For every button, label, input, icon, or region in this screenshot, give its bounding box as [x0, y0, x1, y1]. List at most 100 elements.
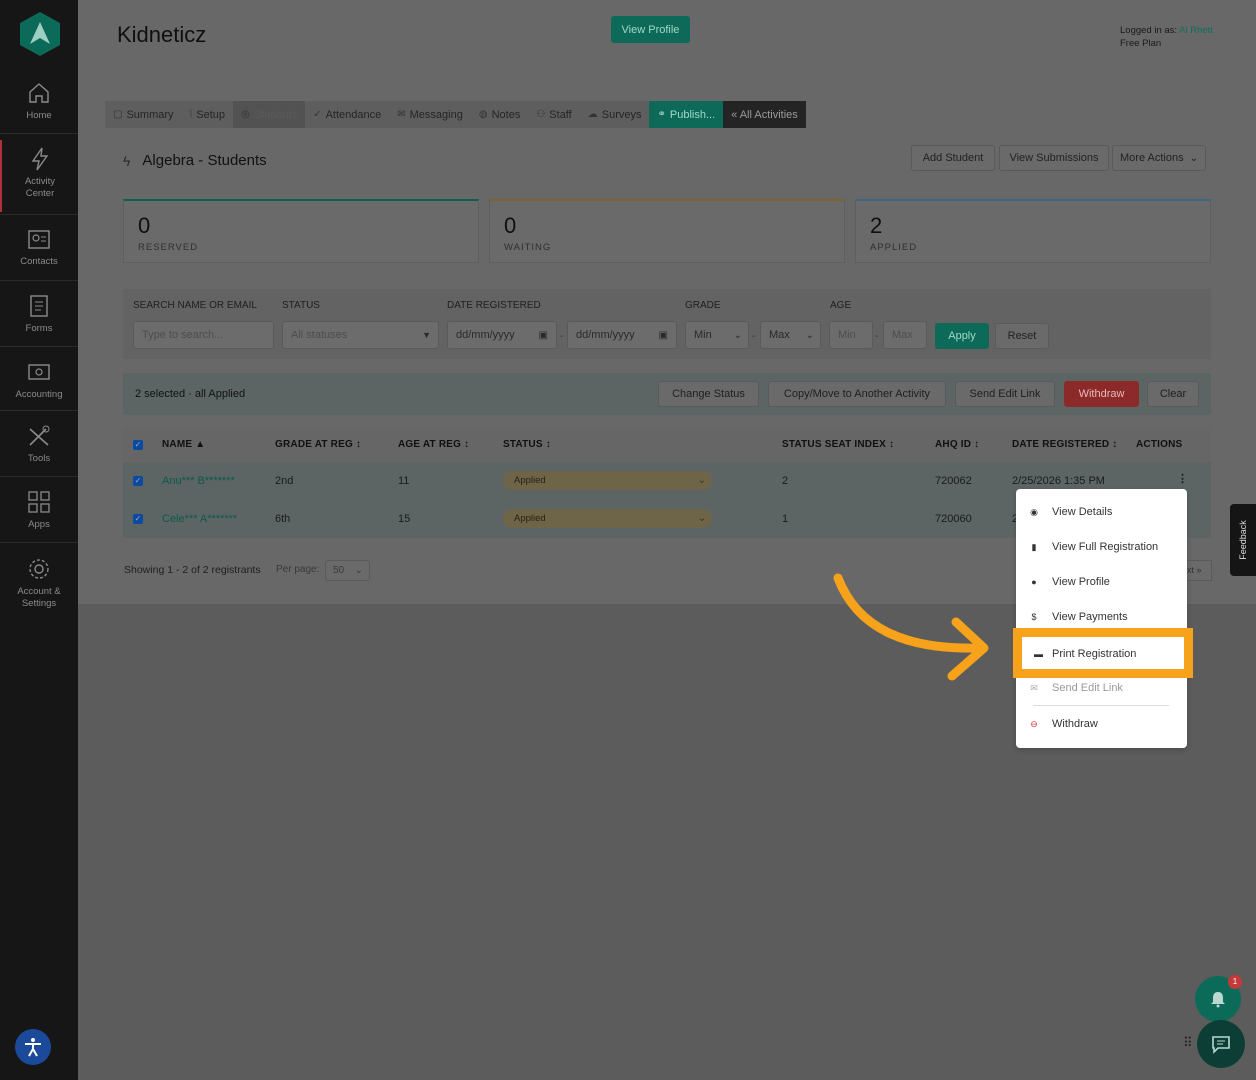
row-checkbox[interactable]: ✓: [133, 476, 143, 486]
date-to-input[interactable]: dd/mm/yyyy ▣: [567, 321, 677, 349]
students-icon: ◎: [241, 109, 250, 120]
date-from-input[interactable]: dd/mm/yyyy ▣: [447, 321, 557, 349]
forms-icon: [30, 295, 48, 317]
sidebar-divider: [0, 542, 78, 543]
select-all-checkbox[interactable]: ✓: [133, 440, 143, 450]
status-select[interactable]: Applied ⌄: [503, 471, 712, 490]
stat-waiting: 0 WAITING: [489, 199, 845, 263]
tab-students[interactable]: ◎ Students: [233, 101, 306, 128]
filters-panel: SEARCH NAME OR EMAIL Type to search... S…: [123, 289, 1211, 359]
sidebar-item-accounting[interactable]: Accounting: [0, 359, 78, 401]
menu-view-full-registration[interactable]: ▮ View Full Registration: [1016, 532, 1187, 562]
staff-icon: ⚇: [536, 109, 546, 120]
chevron-down-icon: ⌄: [697, 475, 706, 486]
tab-messaging[interactable]: ✉ Messaging: [389, 101, 471, 128]
tab-setup[interactable]: ⁞ Setup: [182, 101, 234, 128]
sidebar-item-apps[interactable]: Apps: [0, 489, 78, 531]
sidebar-divider: [0, 346, 78, 347]
age-max-input[interactable]: Max: [883, 321, 927, 349]
col-name[interactable]: NAME ▲: [162, 439, 205, 450]
col-seat-index[interactable]: STATUS SEAT INDEX ↕: [782, 439, 894, 450]
setup-icon: ⁞: [189, 109, 193, 120]
menu-view-profile[interactable]: ● View Profile: [1016, 567, 1187, 597]
chevron-down-icon: ⌄: [805, 329, 814, 341]
grade-min-select[interactable]: Min ⌄: [685, 321, 749, 349]
tab-summary[interactable]: ▢ Summary: [105, 101, 182, 128]
per-page-select[interactable]: 50 ⌄: [325, 560, 370, 581]
col-status[interactable]: STATUS ↕: [503, 439, 551, 450]
apply-filters-button[interactable]: Apply: [935, 323, 989, 349]
apps-icon: [28, 491, 50, 513]
calendar-icon: ▣: [538, 329, 548, 341]
sidebar-item-home[interactable]: Home: [0, 80, 78, 122]
add-student-button[interactable]: Add Student: [911, 145, 995, 171]
menu-withdraw[interactable]: ⊖ Withdraw: [1016, 709, 1187, 739]
sidebar-divider: [0, 476, 78, 477]
accessibility-button[interactable]: [15, 1029, 51, 1065]
change-status-button[interactable]: Change Status: [658, 381, 759, 407]
bolt-icon: [31, 147, 49, 171]
app-logo-icon[interactable]: [20, 12, 60, 56]
printer-icon: ▬: [1034, 648, 1043, 659]
chat-button[interactable]: [1197, 1020, 1245, 1068]
table-header: ✓ NAME ▲ GRADE AT REG ↕ AGE AT REG ↕ STA…: [123, 429, 1211, 461]
sidebar-item-account-settings[interactable]: Account & Settings: [0, 556, 78, 610]
grade-max-select[interactable]: Max ⌄: [760, 321, 821, 349]
sidebar-item-activity-center[interactable]: Activity Center: [0, 140, 78, 212]
col-grade[interactable]: GRADE AT REG ↕: [275, 439, 361, 450]
chevron-down-icon: ⌄: [1189, 152, 1198, 164]
reset-filters-button[interactable]: Reset: [995, 323, 1049, 349]
sidebar-item-forms[interactable]: Forms: [0, 293, 78, 335]
tab-notes[interactable]: ◍ Notes: [471, 101, 528, 128]
drag-handle-icon[interactable]: ⠿: [1183, 1036, 1194, 1049]
age-min-input[interactable]: Min: [829, 321, 873, 349]
tab-publish[interactable]: ⚭ Publish...: [649, 101, 724, 128]
organization-title: Kidneticz: [117, 22, 207, 47]
more-actions-button[interactable]: More Actions ⌄: [1112, 145, 1206, 171]
menu-view-details[interactable]: ◉ View Details: [1016, 497, 1187, 527]
calendar-icon: ▣: [658, 329, 668, 341]
plan-label: Free Plan: [1120, 38, 1162, 49]
home-icon: [29, 83, 49, 103]
link-icon: ⚭: [657, 109, 666, 120]
view-profile-button[interactable]: View Profile: [611, 16, 690, 43]
status-select[interactable]: Applied ⌄: [503, 509, 712, 528]
col-date-registered[interactable]: DATE REGISTERED ↕: [1012, 439, 1117, 450]
user-link[interactable]: Al Rhett: [1179, 25, 1213, 36]
sidebar-divider: [0, 280, 78, 281]
copy-move-button[interactable]: Copy/Move to Another Activity: [768, 381, 946, 407]
menu-print-registration[interactable]: ▬ Print Registration: [1025, 640, 1182, 667]
stat-reserved: 0 RESERVED: [123, 199, 479, 263]
range-dash: -: [560, 331, 564, 342]
col-ahq-id[interactable]: AHQ ID ↕: [935, 439, 979, 450]
feedback-tab[interactable]: Feedback: [1230, 504, 1256, 576]
tab-staff[interactable]: ⚇ Staff: [528, 101, 579, 128]
row-checkbox[interactable]: ✓: [133, 514, 143, 524]
notification-badge: 1: [1228, 975, 1242, 989]
tab-surveys[interactable]: ☁ Surveys: [580, 101, 650, 128]
accessibility-icon: [25, 1038, 41, 1057]
tab-all-activities[interactable]: « All Activities: [723, 101, 806, 128]
col-age[interactable]: AGE AT REG ↕: [398, 439, 469, 450]
sidebar-item-contacts[interactable]: Contacts: [0, 226, 78, 268]
menu-divider: [1033, 705, 1169, 706]
withdraw-button[interactable]: Withdraw: [1064, 381, 1139, 407]
bell-icon: [1211, 992, 1225, 1008]
search-input[interactable]: Type to search...: [133, 321, 274, 349]
view-submissions-button[interactable]: View Submissions: [999, 145, 1109, 171]
tab-attendance[interactable]: ✓ Attendance: [305, 101, 389, 128]
check-icon: ✓: [313, 109, 322, 120]
status-select[interactable]: All statuses ▼: [282, 321, 439, 349]
clear-selection-button[interactable]: Clear: [1147, 381, 1199, 407]
student-name-link[interactable]: Cele*** A*******: [162, 513, 237, 525]
row-actions-menu: ◉ View Details ▮ View Full Registration …: [1016, 489, 1187, 748]
chat-icon: [1212, 1036, 1230, 1054]
row-actions-kebab-icon[interactable]: ⋮: [1177, 472, 1188, 485]
send-edit-link-button[interactable]: Send Edit Link: [955, 381, 1055, 407]
mail-icon: ✉: [397, 109, 406, 120]
caret-down-icon: ▼: [422, 330, 431, 340]
range-dash: -: [752, 331, 756, 342]
student-name-link[interactable]: Anu*** B*******: [162, 475, 235, 487]
sidebar-item-tools[interactable]: Tools: [0, 423, 78, 465]
bulk-actions-bar: 2 selected · all Applied Change Status C…: [123, 373, 1211, 415]
